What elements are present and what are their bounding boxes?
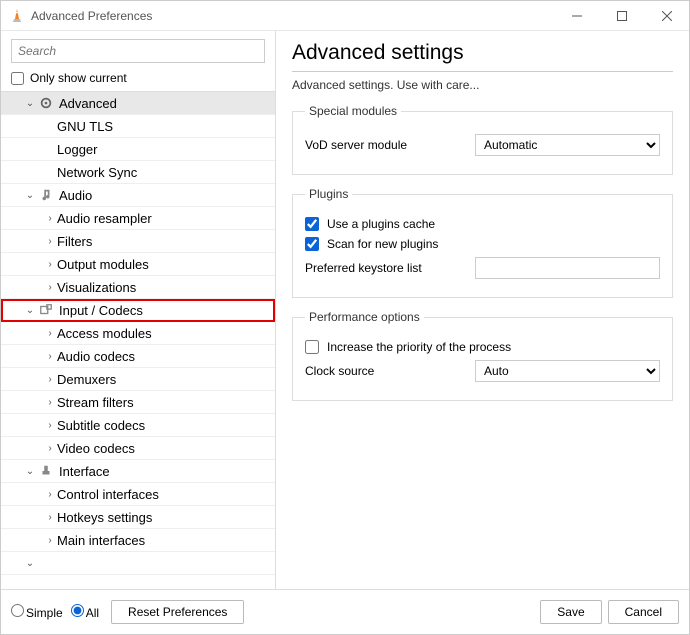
tree-node-subtitle-codecs[interactable]: ›Subtitle codecs (1, 414, 275, 437)
generic-icon (37, 554, 55, 572)
cancel-button[interactable]: Cancel (608, 600, 679, 624)
chevron-down-icon: ⌄ (23, 466, 37, 477)
brush-icon (37, 462, 55, 480)
tree-node-audio-resampler[interactable]: ›Audio resampler (1, 207, 275, 230)
page-subtitle: Advanced settings. Use with care... (292, 78, 673, 92)
tree-label: Audio (59, 188, 92, 203)
search-input[interactable] (11, 39, 265, 63)
performance-options-group: Performance options Increase the priorit… (292, 310, 673, 401)
page-title: Advanced settings (292, 41, 673, 72)
tree-node-visualizations[interactable]: ›Visualizations (1, 276, 275, 299)
chevron-down-icon: ⌄ (23, 190, 37, 201)
maximize-button[interactable] (599, 1, 644, 31)
music-note-icon (37, 186, 55, 204)
settings-page: Advanced settings Advanced settings. Use… (276, 31, 689, 589)
only-show-current-label: Only show current (30, 71, 127, 85)
tree-label: Advanced (59, 96, 117, 111)
clock-source-label: Clock source (305, 364, 475, 378)
chevron-right-icon: › (43, 213, 57, 224)
input-codecs-icon (37, 301, 55, 319)
tree-node-audio[interactable]: ⌄ Audio (1, 184, 275, 207)
only-show-current[interactable]: Only show current (1, 67, 275, 91)
tree-node-more[interactable]: ⌄ (1, 552, 275, 575)
titlebar: Advanced Preferences (1, 1, 689, 31)
gear-icon (37, 94, 55, 112)
only-show-current-checkbox[interactable] (11, 72, 24, 85)
chevron-right-icon: › (43, 282, 57, 293)
use-plugins-cache-checkbox[interactable] (305, 217, 319, 231)
tree-node-filters[interactable]: ›Filters (1, 230, 275, 253)
tree-node-stream-filters[interactable]: ›Stream filters (1, 391, 275, 414)
tree-node-hotkeys-settings[interactable]: ›Hotkeys settings (1, 506, 275, 529)
tree-label: Input / Codecs (59, 303, 143, 318)
tree-node-advanced[interactable]: ⌄ Advanced (1, 92, 275, 115)
chevron-right-icon: › (43, 259, 57, 270)
chevron-right-icon: › (43, 420, 57, 431)
chevron-right-icon: › (43, 397, 57, 408)
show-settings-simple[interactable]: Simple (11, 604, 63, 620)
keystore-list-label: Preferred keystore list (305, 261, 475, 275)
reset-preferences-button[interactable]: Reset Preferences (111, 600, 244, 624)
left-panel: Only show current ⌄ Advanced GNU TLS Log… (1, 31, 276, 589)
increase-priority-label: Increase the priority of the process (327, 340, 511, 354)
window-title: Advanced Preferences (31, 9, 152, 23)
chevron-right-icon: › (43, 351, 57, 362)
increase-priority-checkbox[interactable] (305, 340, 319, 354)
tree-label: Interface (59, 464, 110, 479)
tree-node-output-modules[interactable]: ›Output modules (1, 253, 275, 276)
tree-node-interface[interactable]: ⌄ Interface (1, 460, 275, 483)
chevron-right-icon: › (43, 443, 57, 454)
app-icon (9, 8, 25, 24)
chevron-down-icon: ⌄ (23, 558, 37, 569)
save-button[interactable]: Save (540, 600, 601, 624)
tree-node-video-codecs[interactable]: ›Video codecs (1, 437, 275, 460)
tree-node-gnutls[interactable]: GNU TLS (1, 115, 275, 138)
all-radio[interactable] (71, 604, 84, 617)
keystore-list-input[interactable] (475, 257, 660, 279)
chevron-down-icon: ⌄ (23, 305, 37, 316)
group-legend: Special modules (305, 104, 401, 118)
scan-new-plugins-label: Scan for new plugins (327, 237, 438, 251)
tree-node-logger[interactable]: Logger (1, 138, 275, 161)
plugins-group: Plugins Use a plugins cache Scan for new… (292, 187, 673, 298)
chevron-right-icon: › (43, 512, 57, 523)
tree-node-access-modules[interactable]: ›Access modules (1, 322, 275, 345)
use-plugins-cache-label: Use a plugins cache (327, 217, 435, 231)
show-settings-all[interactable]: All (71, 604, 99, 620)
tree-node-audio-codecs[interactable]: ›Audio codecs (1, 345, 275, 368)
tree-node-demuxers[interactable]: ›Demuxers (1, 368, 275, 391)
vod-server-label: VoD server module (305, 138, 475, 152)
footer: Simple All Reset Preferences Save Cancel (1, 589, 689, 634)
window-controls (554, 1, 689, 31)
scan-new-plugins-checkbox[interactable] (305, 237, 319, 251)
simple-radio[interactable] (11, 604, 24, 617)
settings-tree[interactable]: ⌄ Advanced GNU TLS Logger Network Sync ⌄… (1, 91, 275, 589)
tree-node-input-codecs[interactable]: ⌄ Input / Codecs (1, 299, 275, 322)
chevron-down-icon: ⌄ (23, 98, 37, 109)
chevron-right-icon: › (43, 489, 57, 500)
special-modules-group: Special modules VoD server module Automa… (292, 104, 673, 175)
tree-node-control-interfaces[interactable]: ›Control interfaces (1, 483, 275, 506)
group-legend: Performance options (305, 310, 424, 324)
group-legend: Plugins (305, 187, 352, 201)
chevron-right-icon: › (43, 328, 57, 339)
chevron-right-icon: › (43, 374, 57, 385)
tree-node-network-sync[interactable]: Network Sync (1, 161, 275, 184)
close-button[interactable] (644, 1, 689, 31)
chevron-right-icon: › (43, 535, 57, 546)
vod-server-select[interactable]: Automatic (475, 134, 660, 156)
tree-node-main-interfaces[interactable]: ›Main interfaces (1, 529, 275, 552)
minimize-button[interactable] (554, 1, 599, 31)
clock-source-select[interactable]: Auto (475, 360, 660, 382)
chevron-right-icon: › (43, 236, 57, 247)
